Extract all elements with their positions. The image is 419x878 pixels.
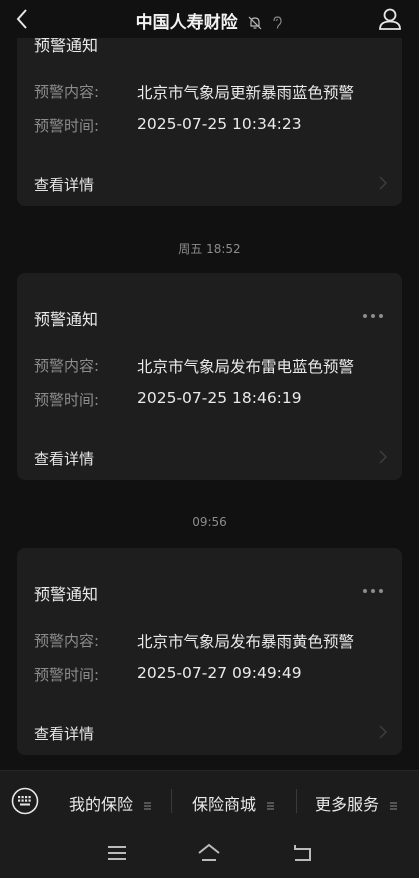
content-label: 预警内容: <box>34 632 100 650</box>
menu-insurance-mall[interactable]: 保险商城 <box>192 791 275 815</box>
view-details-link[interactable]: 查看详情 <box>34 723 94 744</box>
time-value: 2025-07-25 18:46:19 <box>137 389 302 407</box>
page-title: 中国人寿财险 <box>135 13 238 33</box>
time-label: 预警时间: <box>34 666 100 684</box>
top-bar: 中国人寿财险 <box>0 0 419 38</box>
menu-label: 我的保险 <box>69 795 134 814</box>
menu-divider <box>296 789 297 813</box>
menu-my-insurance[interactable]: 我的保险 <box>69 791 152 815</box>
submenu-icon <box>390 802 398 809</box>
chevron-right-icon <box>379 450 388 464</box>
more-options-icon[interactable] <box>362 311 384 321</box>
view-details-link[interactable]: 查看详情 <box>34 448 94 469</box>
ear-icon <box>273 16 283 29</box>
message-timestamp: 09:56 <box>192 515 227 529</box>
message-card: 预警通知 预警内容: 北京市气象局发布暴雨黄色预警 预警时间: 2025-07-… <box>17 548 402 755</box>
view-details-link[interactable]: 查看详情 <box>34 174 94 195</box>
content-label: 预警内容: <box>34 83 100 101</box>
message-card: 预警通知 预警内容: 北京市气象局发布雷电蓝色预警 预警时间: 2025-07-… <box>17 273 402 480</box>
time-value: 2025-07-25 10:34:23 <box>137 115 302 133</box>
time-value: 2025-07-27 09:49:49 <box>137 664 302 682</box>
menu-label: 保险商城 <box>192 795 257 814</box>
home-icon[interactable] <box>197 842 221 864</box>
chevron-right-icon <box>379 176 388 190</box>
content-label: 预警内容: <box>34 357 100 375</box>
time-label: 预警时间: <box>34 391 100 409</box>
service-menu-bar: 我的保险 保险商城 更多服务 <box>0 770 419 831</box>
content-value: 北京市气象局发布雷电蓝色预警 <box>137 358 355 376</box>
title-area: 中国人寿财险 <box>0 8 419 33</box>
back-nav-icon[interactable] <box>290 842 314 864</box>
menu-icon[interactable] <box>105 842 129 864</box>
menu-label: 更多服务 <box>315 795 380 814</box>
profile-icon[interactable] <box>377 6 403 32</box>
menu-divider <box>171 789 172 813</box>
message-timestamp: 周五 18:52 <box>178 242 241 256</box>
card-title: 预警通知 <box>34 585 99 604</box>
content-value: 北京市气象局发布暴雨黄色预警 <box>137 633 355 651</box>
keyboard-toggle-icon[interactable] <box>11 787 39 815</box>
submenu-icon <box>144 802 152 809</box>
more-options-icon[interactable] <box>362 586 384 596</box>
system-nav-bar <box>0 830 419 878</box>
message-card: 预警通知 预警内容: 北京市气象局更新暴雨蓝色预警 预警时间: 2025-07-… <box>17 10 402 206</box>
submenu-icon <box>267 802 275 809</box>
menu-more-services[interactable]: 更多服务 <box>315 791 398 815</box>
time-label: 预警时间: <box>34 117 100 135</box>
content-value: 北京市气象局更新暴雨蓝色预警 <box>137 84 355 102</box>
card-title: 预警通知 <box>34 310 99 329</box>
chevron-right-icon <box>379 725 388 739</box>
mute-bell-icon <box>248 16 261 30</box>
